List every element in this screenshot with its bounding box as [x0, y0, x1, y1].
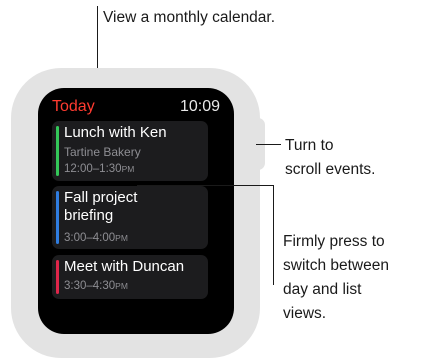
- event-time: 3:30–4:30PM: [64, 280, 128, 292]
- callout-scroll-events-line1: Turn to: [285, 137, 334, 154]
- watch-screen: Today 10:09 Lunch with Ken Tartine Baker…: [38, 88, 234, 334]
- event-color-bar: [56, 260, 59, 294]
- event-name: Fall project briefing: [64, 189, 138, 224]
- callout-force-press-line1: Firmly press to: [283, 233, 385, 250]
- event-name: Meet with Duncan: [64, 258, 185, 275]
- event-location: Tartine Bakery: [64, 145, 141, 159]
- callout-line-press-horizontal: [137, 185, 274, 186]
- callout-line-press-vertical: [273, 185, 274, 285]
- event-time: 3:00–4:00PM: [64, 232, 128, 244]
- event-ampm: PM: [115, 281, 128, 291]
- event-fall-project-briefing[interactable]: Fall project briefing 3:00–4:00PM: [52, 186, 208, 249]
- callout-force-press-line2: switch between: [283, 257, 389, 274]
- event-color-bar: [56, 126, 59, 176]
- event-meet-with-duncan[interactable]: Meet with Duncan 3:30–4:30PM: [52, 255, 208, 299]
- callout-monthly-calendar: View a monthly calendar.: [103, 9, 276, 26]
- event-name: Lunch with Ken: [64, 124, 167, 141]
- event-ampm: PM: [121, 164, 135, 174]
- status-bar: Today 10:09: [52, 98, 220, 118]
- callout-scroll-events-line2: scroll events.: [285, 161, 376, 178]
- side-button[interactable]: [243, 208, 253, 278]
- event-time: 12:00–1:30PM: [64, 163, 135, 175]
- today-title[interactable]: Today: [52, 98, 95, 116]
- callout-force-press-line4: views.: [283, 305, 327, 322]
- event-lunch-with-ken[interactable]: Lunch with Ken Tartine Bakery 12:00–1:30…: [52, 121, 208, 181]
- event-ampm: PM: [115, 233, 128, 243]
- callout-line-crown: [256, 144, 281, 145]
- event-color-bar: [56, 191, 59, 244]
- clock-time: 10:09: [179, 98, 220, 115]
- callout-force-press-line3: day and list: [283, 281, 362, 298]
